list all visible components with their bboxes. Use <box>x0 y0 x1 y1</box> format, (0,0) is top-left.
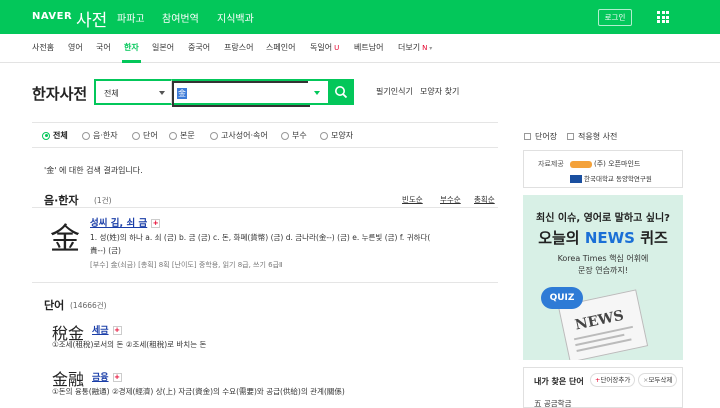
sponsor-box: 자료제공 (주) 오픈마인드 한국대학교 동양학연구원 <box>523 150 683 188</box>
shape-search-link[interactable]: 모양자 찾기 <box>420 86 459 97</box>
wordbook-checkbox[interactable]: 단어장 <box>524 131 557 142</box>
category-select[interactable]: 전체 <box>94 79 171 105</box>
lang-tab-japanese[interactable]: 일본어 <box>152 42 174 53</box>
update-badge: U <box>334 44 340 52</box>
section-count-words: (14666건) <box>70 301 107 310</box>
nav-papago[interactable]: 파파고 <box>117 10 145 25</box>
add-wordbook-icon[interactable]: + <box>112 326 122 335</box>
hanja-definition-cont: 貴--) (금) <box>90 246 121 255</box>
app-grid-icon[interactable] <box>657 11 669 23</box>
word-reading-link[interactable]: 세금 + <box>92 323 122 336</box>
recent-words-title: 내가 찾은 단어 <box>534 377 584 386</box>
nav-translation[interactable]: 참여번역 <box>162 10 199 25</box>
hanja-meta: [부수] 金(쇠금) [총획] 8획 [난이도] 중학용, 읽기 8급, 쓰기 … <box>90 261 283 269</box>
hanja-reading-link[interactable]: 성씨 김, 쇠 금 + <box>90 215 161 229</box>
ad-line-4: 문장 연습까지! <box>578 266 628 275</box>
filter-shape[interactable]: 모양자 <box>320 130 353 141</box>
top-bar: NAVER 사전 파파고 참여번역 지식백과 로그인 <box>0 0 720 34</box>
section-count-hanja: (1건) <box>94 196 112 205</box>
search-bar: 전체 金 <box>94 79 354 107</box>
naver-logo[interactable]: NAVER <box>32 11 72 22</box>
filter-body[interactable]: 본문 <box>169 130 195 141</box>
recent-word-item[interactable]: 五 공금학금 <box>534 398 571 408</box>
hanja-definition: 1. 성(姓)의 하나 a. 쇠 (금) b. 금 (금) c. 돈, 화폐(貨… <box>90 233 431 242</box>
lang-tab-chinese[interactable]: 중국어 <box>188 42 210 53</box>
language-nav: 사전홈 영어 국어 한자 일본어 중국어 프랑스어 스페인어 독일어 U 베트남어… <box>0 34 720 63</box>
chevron-down-icon <box>159 91 165 95</box>
adaptive-dict-checkbox[interactable]: 적응형 사전 <box>567 131 617 142</box>
autocomplete-toggle-button[interactable] <box>308 79 328 105</box>
lang-tab-more[interactable]: 더보기 N ▾ <box>398 42 432 53</box>
active-tab-indicator <box>122 60 141 63</box>
login-button[interactable]: 로그인 <box>598 9 632 26</box>
ad-headline: 오늘의 NEWS 퀴즈 <box>538 229 668 247</box>
add-wordbook-icon[interactable]: + <box>112 373 122 382</box>
filter-idiom[interactable]: 고사성어·속어 <box>210 130 268 141</box>
word-definition: ①돈의 융통(融通) ②경제(經濟) 상(上) 자금(資金)의 수요(需要)와 … <box>52 387 345 396</box>
lang-tab-home[interactable]: 사전홈 <box>32 42 54 53</box>
search-input[interactable]: 金 <box>171 79 310 107</box>
sponsor-institute[interactable]: 한국대학교 동양학연구원 <box>570 173 652 183</box>
search-input-focus-ring <box>172 81 310 107</box>
filter-reading-hanja[interactable]: 음·한자 <box>82 130 118 141</box>
word-definition: ①조세(租稅)로서의 돈 ②조세(租稅)로 바치는 돈 <box>52 340 207 349</box>
handwriting-tool-link[interactable]: 필기인식기 <box>376 86 413 97</box>
section-title-hanja: 음·한자 <box>44 194 79 207</box>
sort-strokes[interactable]: 총획순 <box>474 194 495 205</box>
result-note: '金' 에 대한 검색 결과입니다. <box>44 166 143 175</box>
filter-all[interactable]: 전체 <box>42 130 68 141</box>
news-quiz-ad[interactable]: 최신 이슈, 영어로 말하고 싶니? 오늘의 NEWS 퀴즈 Korea Tim… <box>523 195 683 360</box>
lang-tab-spanish[interactable]: 스페인어 <box>266 42 295 53</box>
search-icon <box>335 86 348 99</box>
filter-row: 전체 음·한자 단어 본문 고사성어·속어 부수 모양자 <box>32 122 498 148</box>
sponsor-label: 자료제공 <box>538 160 564 168</box>
add-to-wordbook-button[interactable]: +단어장추가 <box>590 373 636 387</box>
section-divider <box>32 282 498 283</box>
sort-radical[interactable]: 부수순 <box>440 194 461 205</box>
sponsor-openmind[interactable]: (주) 오픈마인드 <box>570 159 640 169</box>
lang-tab-french[interactable]: 프랑스어 <box>224 42 253 53</box>
lang-tab-hanja[interactable]: 한자 <box>124 42 139 53</box>
dictionary-brand[interactable]: 사전 <box>76 6 107 31</box>
category-select-value: 전체 <box>104 89 119 98</box>
lang-tab-english[interactable]: 영어 <box>68 42 83 53</box>
lang-tab-korean[interactable]: 국어 <box>96 42 111 53</box>
recent-words-box: 내가 찾은 단어 +단어장추가 ×모두삭제 五 공금학금 <box>523 367 683 408</box>
hanja-character[interactable]: 金 <box>50 214 80 258</box>
section-divider <box>32 207 498 208</box>
filter-word[interactable]: 단어 <box>132 130 158 141</box>
page-title: 한자사전 <box>32 85 88 103</box>
sort-frequency[interactable]: 빈도순 <box>402 194 423 205</box>
add-wordbook-icon[interactable]: + <box>151 219 161 228</box>
institute-logo-icon <box>570 175 582 183</box>
ad-line-1: 최신 이슈, 영어로 말하고 싶니? <box>536 213 670 224</box>
lang-tab-vietnamese[interactable]: 베트남어 <box>354 42 383 53</box>
section-title-words: 단어 <box>44 299 65 312</box>
quiz-bubble: QUIZ <box>541 287 583 309</box>
filter-radical[interactable]: 부수 <box>281 130 307 141</box>
lang-tab-german[interactable]: 독일어 U <box>310 42 339 53</box>
delete-all-button[interactable]: ×모두삭제 <box>638 373 678 387</box>
word-reading-link[interactable]: 금융 + <box>92 370 122 383</box>
openmind-logo-icon <box>570 160 592 168</box>
search-button[interactable] <box>328 79 354 105</box>
nav-encyclopedia[interactable]: 지식백과 <box>217 10 254 25</box>
ad-line-3: Korea Times 핵심 어휘에 <box>557 254 649 263</box>
